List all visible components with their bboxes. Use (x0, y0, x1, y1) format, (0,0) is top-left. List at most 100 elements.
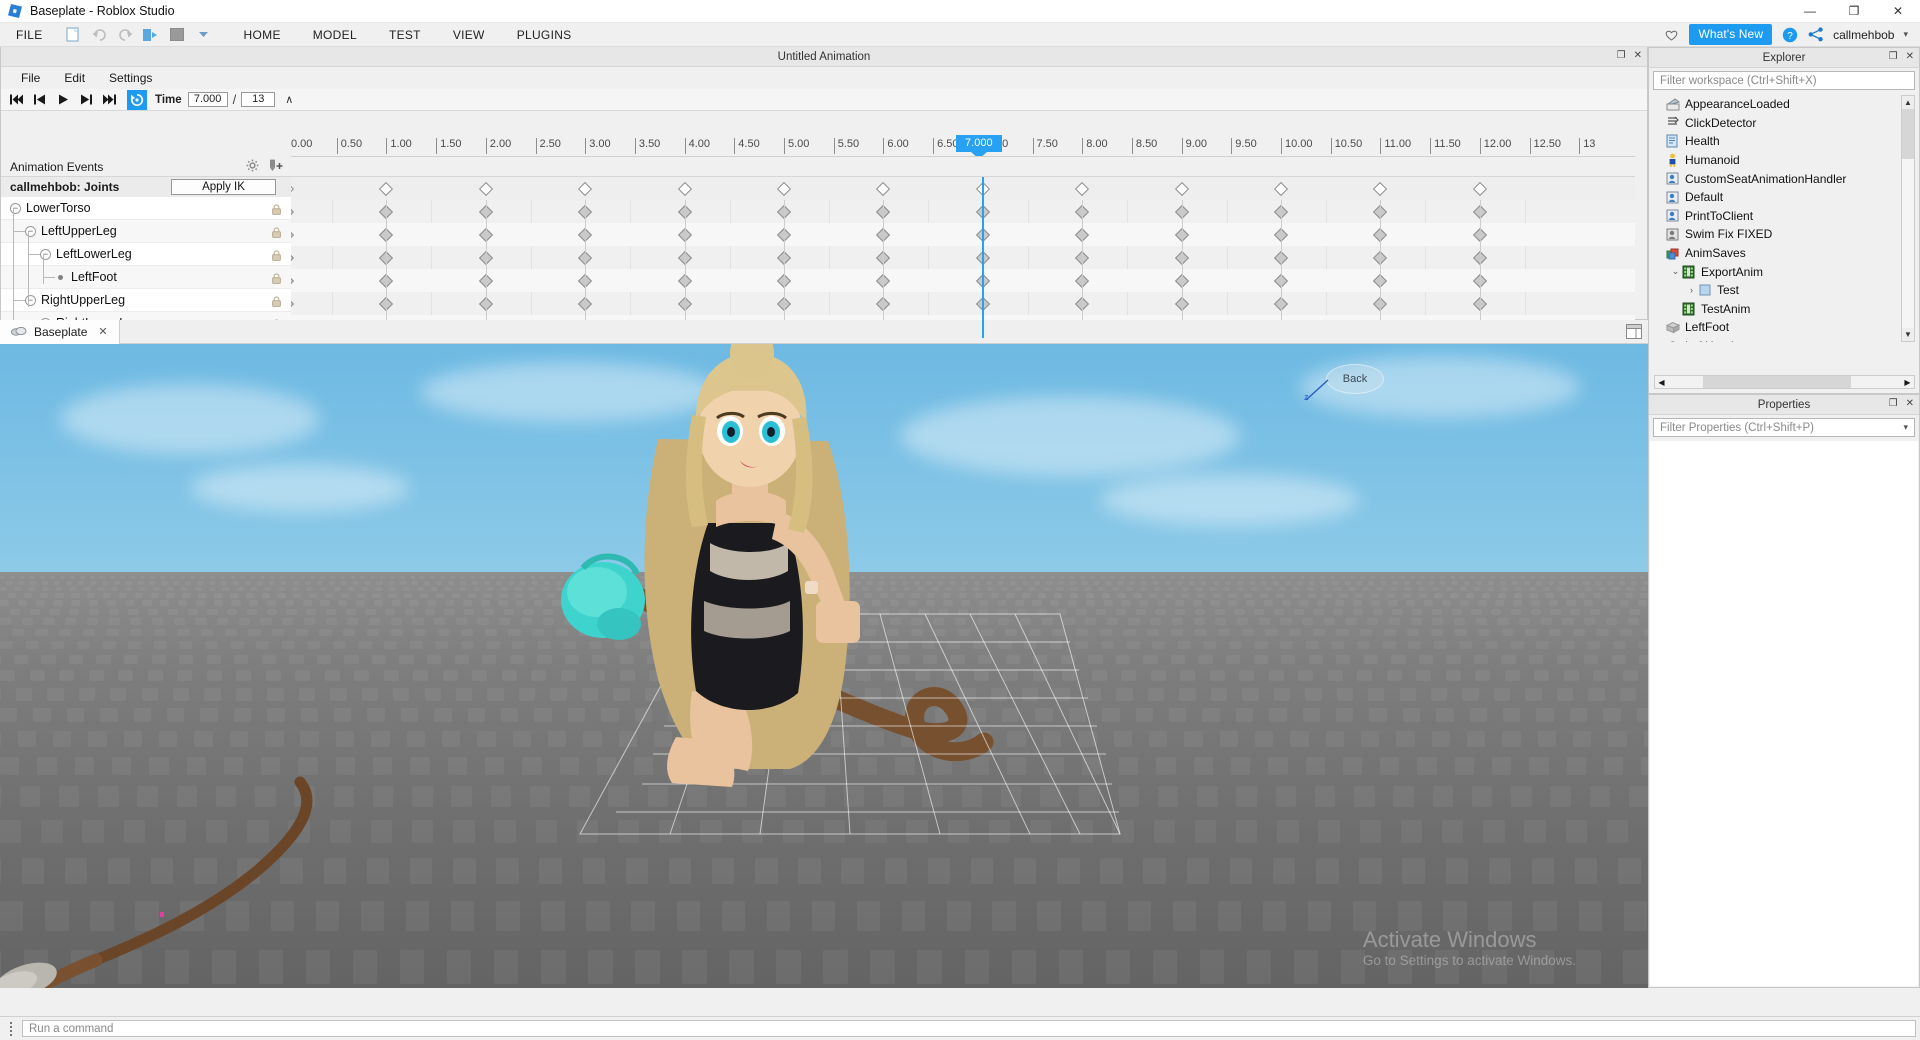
animation-editor-restore-button[interactable]: ❐ (1617, 50, 1626, 62)
minimize-button[interactable]: — (1788, 0, 1832, 23)
undo-icon[interactable] (91, 26, 108, 43)
keyframe-marker[interactable] (478, 181, 493, 196)
joint-collapse-icon[interactable]: − (10, 202, 21, 214)
3d-viewport[interactable]: Back z Activate Windows Go to Settings t… (0, 344, 1648, 988)
keyframe-marker[interactable] (291, 296, 295, 311)
explorer-item[interactable]: PrintToClient (1654, 207, 1910, 226)
share-icon[interactable] (1807, 26, 1824, 43)
explorer-item[interactable]: Default (1654, 188, 1910, 207)
anim-menu-edit[interactable]: Edit (52, 71, 97, 85)
explorer-item[interactable]: ⌄ ExportAnim (1654, 262, 1910, 281)
place-tab-baseplate[interactable]: Baseplate ✕ (0, 319, 120, 344)
camera-orientation-widget[interactable]: Back z (1304, 364, 1386, 408)
explorer-scroll-thumb[interactable] (1902, 109, 1914, 159)
explorer-scroll-left-button[interactable]: ◀ (1655, 376, 1668, 388)
joint-tree-row[interactable]: − LeftLowerLeg (1, 243, 291, 266)
explorer-item[interactable]: › Test (1654, 281, 1910, 300)
keyframe-marker[interactable] (1472, 181, 1487, 196)
apply-ik-button[interactable]: Apply IK (171, 179, 276, 195)
keyframe-marker[interactable] (291, 273, 295, 288)
keyframe-row[interactable] (291, 200, 1635, 223)
explorer-scroll-down-button[interactable]: ▼ (1902, 328, 1914, 341)
keyframe-summary-row[interactable] (291, 177, 1635, 200)
add-event-icon[interactable] (269, 159, 284, 175)
previous-keyframe-icon[interactable] (30, 90, 50, 110)
properties-list[interactable] (1650, 441, 1918, 986)
skip-to-start-icon[interactable] (7, 90, 27, 110)
explorer-scroll-right-button[interactable]: ▶ (1901, 376, 1914, 388)
explorer-hscroll-thumb[interactable] (1703, 376, 1851, 388)
explorer-item[interactable]: Humanoid (1654, 151, 1910, 170)
keyframe-marker[interactable] (1273, 181, 1289, 196)
explorer-item[interactable]: ClickDetector (1654, 114, 1910, 133)
keyframe-marker[interactable] (1075, 181, 1090, 196)
command-input-wrapper[interactable] (22, 1020, 1916, 1037)
close-button[interactable]: ✕ (1876, 0, 1920, 23)
keyframe-marker[interactable] (291, 227, 295, 242)
keyframe-marker[interactable] (677, 181, 692, 196)
user-menu-caret-icon[interactable]: ▾ (1903, 29, 1908, 40)
explorer-restore-button[interactable]: ❐ (1889, 51, 1898, 63)
animation-length-field[interactable]: 13 (241, 92, 276, 107)
joint-tree-row[interactable]: − LeftUpperLeg (1, 220, 291, 243)
keyframe-grid[interactable] (291, 177, 1635, 342)
explorer-expand-arrow-icon[interactable]: ⌄ (1670, 266, 1681, 277)
joint-collapse-icon[interactable]: − (25, 294, 36, 306)
heart-icon[interactable] (1663, 26, 1680, 43)
properties-restore-button[interactable]: ❐ (1889, 398, 1898, 410)
anim-menu-settings[interactable]: Settings (97, 71, 164, 85)
keyframe-row[interactable] (291, 246, 1635, 269)
explorer-scroll-up-button[interactable]: ▲ (1902, 96, 1914, 109)
tab-test[interactable]: TEST (373, 28, 437, 42)
skip-to-end-icon[interactable] (99, 90, 119, 110)
camera-face-label[interactable]: Back (1326, 364, 1384, 394)
keyframe-marker[interactable] (1174, 181, 1189, 196)
joint-tree-row[interactable]: − LowerTorso (1, 197, 291, 220)
tab-plugins[interactable]: PLUGINS (501, 28, 588, 42)
explorer-item[interactable]: TestAnim (1654, 300, 1910, 319)
anim-menu-file[interactable]: File (9, 71, 52, 85)
gear-icon[interactable] (246, 159, 259, 175)
keyframe-row[interactable] (291, 292, 1635, 315)
lock-icon[interactable] (272, 295, 281, 310)
playhead-marker[interactable]: 7.000 (955, 135, 1002, 156)
keyframe-marker[interactable] (876, 181, 891, 196)
next-keyframe-icon[interactable] (76, 90, 96, 110)
keyframe-marker[interactable] (578, 181, 593, 196)
layout-icon[interactable] (1626, 324, 1642, 342)
explorer-vertical-scrollbar[interactable]: ▲ ▼ (1901, 95, 1915, 342)
joint-collapse-icon[interactable]: − (40, 248, 51, 260)
explorer-item[interactable]: AppearanceLoaded (1654, 95, 1910, 114)
command-bar-grip[interactable] (4, 1021, 18, 1036)
keyframe-marker[interactable] (291, 204, 295, 219)
play-icon[interactable] (53, 90, 73, 110)
tab-model[interactable]: MODEL (297, 28, 373, 42)
explorer-item[interactable]: LeftFoot (1654, 318, 1910, 337)
command-input[interactable] (29, 1022, 1909, 1035)
properties-filter-box[interactable]: ▾ (1653, 418, 1915, 437)
keyframe-marker[interactable] (379, 181, 394, 196)
new-document-icon[interactable] (65, 26, 82, 43)
place-tab-close-icon[interactable]: ✕ (98, 325, 107, 338)
dropdown-caret-icon[interactable] (195, 26, 212, 43)
joint-collapse-icon[interactable]: − (25, 225, 36, 237)
explorer-item[interactable]: AnimSaves (1654, 244, 1910, 263)
loop-toggle-button[interactable] (127, 89, 147, 110)
collapse-toolbar-caret-icon[interactable]: ∧ (285, 93, 293, 106)
explorer-item[interactable]: Health (1654, 132, 1910, 151)
lock-icon[interactable] (272, 272, 281, 287)
explorer-expand-arrow-icon[interactable]: › (1686, 285, 1697, 295)
keyframe-row[interactable] (291, 269, 1635, 292)
timeline-ruler[interactable]: 0.00 0.50 1.00 1.50 2.00 2.50 3.00 3.50 4.00 4.50… (291, 135, 1635, 157)
properties-filter-caret-icon[interactable]: ▾ (1903, 422, 1908, 433)
help-icon[interactable]: ? (1781, 26, 1798, 43)
properties-filter-input[interactable] (1660, 421, 1904, 434)
lock-icon[interactable] (272, 203, 281, 218)
explorer-item[interactable]: LeftHand (1654, 337, 1910, 342)
export-icon[interactable] (143, 26, 160, 43)
user-account-label[interactable]: callmehbob (1833, 28, 1894, 42)
tab-view[interactable]: VIEW (437, 28, 501, 42)
keyframe-marker[interactable] (776, 181, 792, 196)
keyframe-marker[interactable] (291, 181, 295, 196)
file-menu-button[interactable]: FILE (0, 28, 57, 42)
